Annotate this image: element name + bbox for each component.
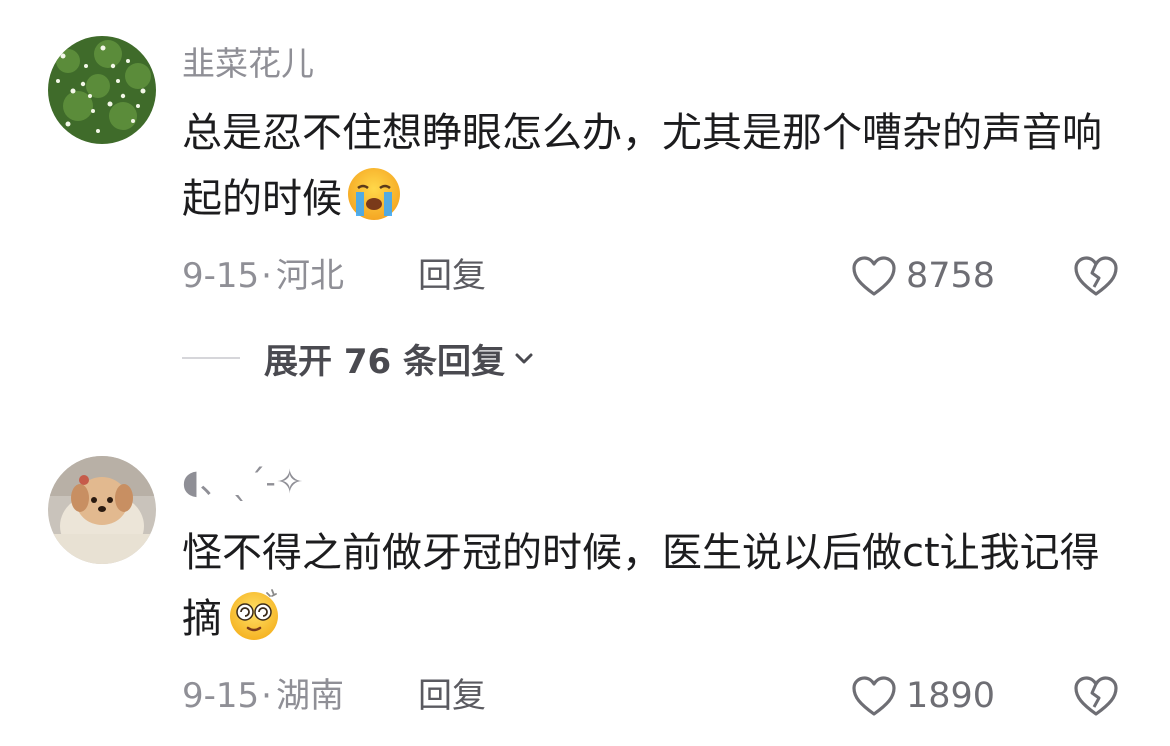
like-button[interactable]: 1890 — [850, 674, 995, 718]
reply-button[interactable]: 回复 — [418, 674, 486, 718]
comment-meta: 9-15· 湖南 回复 1890 — [182, 674, 1142, 718]
comment-date: 9-15 — [182, 676, 260, 716]
comment-text: 怪不得之前做牙冠的时候，医生说以后做ct让我记得摘 — [182, 520, 1132, 652]
comment-text-content: 怪不得之前做牙冠的时候，医生说以后做ct让我记得摘 — [182, 530, 1100, 642]
comment-location: 湖南 — [275, 676, 344, 716]
username[interactable]: ◖、ˎˊ˗✧ — [182, 462, 304, 502]
broken-heart-icon[interactable] — [1072, 674, 1120, 718]
avatar-image-puppy — [48, 456, 156, 564]
like-count: 1890 — [906, 676, 996, 716]
comment-item: ◖、ˎˊ˗✧ 怪不得之前做牙冠的时候，医生说以后做ct让我记得摘 9-15· 湖南… — [0, 0, 1170, 746]
dizzy-face-icon — [230, 589, 278, 640]
meta-separator: · — [261, 676, 272, 716]
heart-outline-icon — [852, 676, 896, 716]
avatar[interactable] — [48, 456, 156, 564]
